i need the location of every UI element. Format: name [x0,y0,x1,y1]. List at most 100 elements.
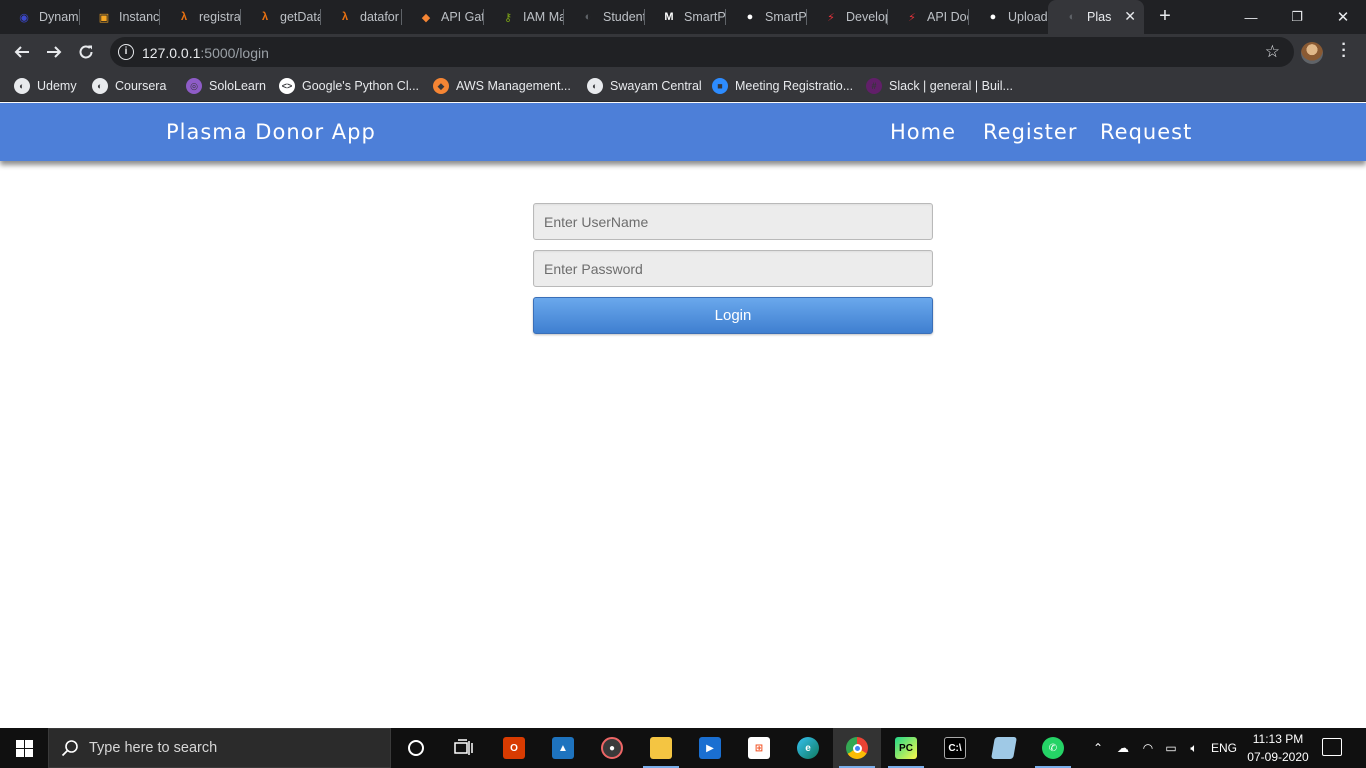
browser-tab-title: Student [603,10,645,24]
login-button[interactable]: Login [533,297,933,334]
file-explorer-app[interactable] [637,728,685,768]
browser-tab[interactable]: ◐ Student [564,0,645,34]
media-player-app[interactable]: ● [588,728,636,768]
profile-avatar[interactable] [1301,42,1323,64]
bookmark-item[interactable]: # Slack | general | Buil... [866,77,1013,95]
film-icon: ▶ [699,737,721,759]
browser-tab[interactable]: ◐ Plas ✕ [1048,0,1144,34]
volume-icon[interactable]: 🔈︎ [1184,728,1204,768]
browser-tab[interactable]: ● SmartP [726,0,807,34]
start-button[interactable] [0,728,48,768]
nav-request-link[interactable]: Request [1100,120,1192,144]
edge-app[interactable]: e [784,728,832,768]
taskbar-search-box[interactable]: Type here to search [48,728,391,768]
browser-tab[interactable]: λ registra [160,0,241,34]
app-brand[interactable]: Plasma Donor App [166,120,376,144]
browser-tab[interactable]: ▣ Instance [80,0,160,34]
bookmark-item[interactable]: <> Google's Python Cl... [279,77,419,95]
nav-home-link[interactable]: Home [890,120,956,144]
browser-tab-title: IAM Ma [523,10,564,24]
arrow-left-icon [14,46,29,58]
close-window-button[interactable]: ✕ [1320,0,1366,34]
notes-app[interactable] [980,728,1028,768]
github-icon: ● [989,11,997,23]
chrome-app[interactable] [833,728,881,768]
windows-taskbar: Type here to search O ▲ ● ▶ ⊞ e PC C:\ ✆… [0,728,1366,768]
lambda-icon: λ [180,11,188,23]
task-view-button[interactable] [440,728,488,768]
browser-tab[interactable]: ⚡ Develop [807,0,888,34]
terminal-icon: C:\ [944,737,966,759]
postman-bolt-icon: ⚡ [908,11,916,24]
zoom-icon: ■ [712,78,728,94]
language-indicator[interactable]: ENG [1210,728,1238,768]
folder-icon [650,737,672,759]
back-button[interactable] [9,39,35,65]
tab-separator [401,9,402,25]
whatsapp-app[interactable]: ✆ [1029,728,1077,768]
address-bar[interactable]: i 127.0.0.1:5000/login ☆ [110,37,1294,67]
movies-app[interactable]: ▶ [686,728,734,768]
browser-tab-title: SmartP [765,10,807,24]
menu-kebab-icon[interactable]: · · · [1340,37,1348,65]
sololearn-icon: ◎ [186,78,202,94]
browser-tab[interactable]: ● Upload [969,0,1048,34]
photos-app[interactable]: ▲ [539,728,587,768]
browser-tab[interactable]: M SmartP [645,0,726,34]
browser-tab[interactable]: λ datafor [321,0,402,34]
google-dev-icon: <> [279,78,295,94]
bookmark-item[interactable]: ◐ Swayam Central [587,77,702,95]
close-tab-icon[interactable]: ✕ [1124,8,1136,25]
pycharm-app[interactable]: PC [882,728,930,768]
onedrive-icon[interactable]: ☁ [1112,728,1134,768]
bookmark-label: Udemy [37,79,77,93]
forward-button[interactable] [41,39,67,65]
disc-icon: ● [601,737,623,759]
browser-tab-title: registra [199,10,241,24]
new-tab-button[interactable]: + [1154,5,1176,27]
terminal-app[interactable]: C:\ [931,728,979,768]
browser-tab[interactable]: ◆ API Gat [402,0,484,34]
bookmark-label: Meeting Registratio... [735,79,854,93]
browser-tab-title: getData [280,10,321,24]
tab-separator [806,9,807,25]
store-app[interactable]: ⊞ [735,728,783,768]
bookmark-star-icon[interactable]: ☆ [1265,42,1280,62]
browser-tab[interactable]: ⚡ API Doc [888,0,969,34]
minimize-button[interactable]: — [1228,0,1274,34]
password-input[interactable] [533,250,933,287]
url-text[interactable]: 127.0.0.1:5000/login [142,45,269,61]
browser-tab[interactable]: λ getData [241,0,321,34]
info-icon[interactable]: i [118,44,134,60]
tab-separator [887,9,888,25]
battery-icon[interactable]: ▭ [1160,728,1182,768]
globe-icon: ◐ [14,78,30,94]
browser-tab-title: Dynamo [39,10,80,24]
globe-icon: ◐ [587,78,603,94]
browser-tab[interactable]: ◉ Dynamo [0,0,80,34]
office-icon: O [503,737,525,759]
browser-tab-strip: ◐ Plas ✕ ● Upload ⚡ API Doc ⚡ Develop ● SmartP M Sma… [0,0,1366,34]
store-icon: ⊞ [748,737,770,759]
office-app[interactable]: O [490,728,538,768]
bookmark-item[interactable]: ◐ Udemy [14,77,77,95]
notifications-icon[interactable] [1322,738,1342,756]
bookmark-item[interactable]: ◆ AWS Management... [433,77,571,95]
show-hidden-icons-button[interactable]: ⌃ [1088,728,1108,768]
whatsapp-icon: ✆ [1042,737,1064,759]
username-input[interactable] [533,203,933,240]
notepad-icon [991,737,1017,759]
browser-tab[interactable]: ⚷ IAM Ma [484,0,564,34]
slack-icon: # [866,78,882,94]
restore-button[interactable]: ❐ [1274,0,1320,34]
bookmark-item[interactable]: ■ Meeting Registratio... [712,77,853,95]
wifi-icon[interactable]: ◠ [1138,728,1158,768]
browser-tab-title: API Gat [441,10,484,24]
tab-separator [644,9,645,25]
nav-register-link[interactable]: Register [983,120,1077,144]
reload-button[interactable] [73,39,99,65]
cortana-button[interactable] [392,728,440,768]
bookmark-item[interactable]: ◎ SoloLearn [186,77,266,95]
bookmark-item[interactable]: ◐ Coursera [92,77,166,95]
system-clock[interactable]: 11:13 PM 07-09-2020 [1240,730,1316,766]
